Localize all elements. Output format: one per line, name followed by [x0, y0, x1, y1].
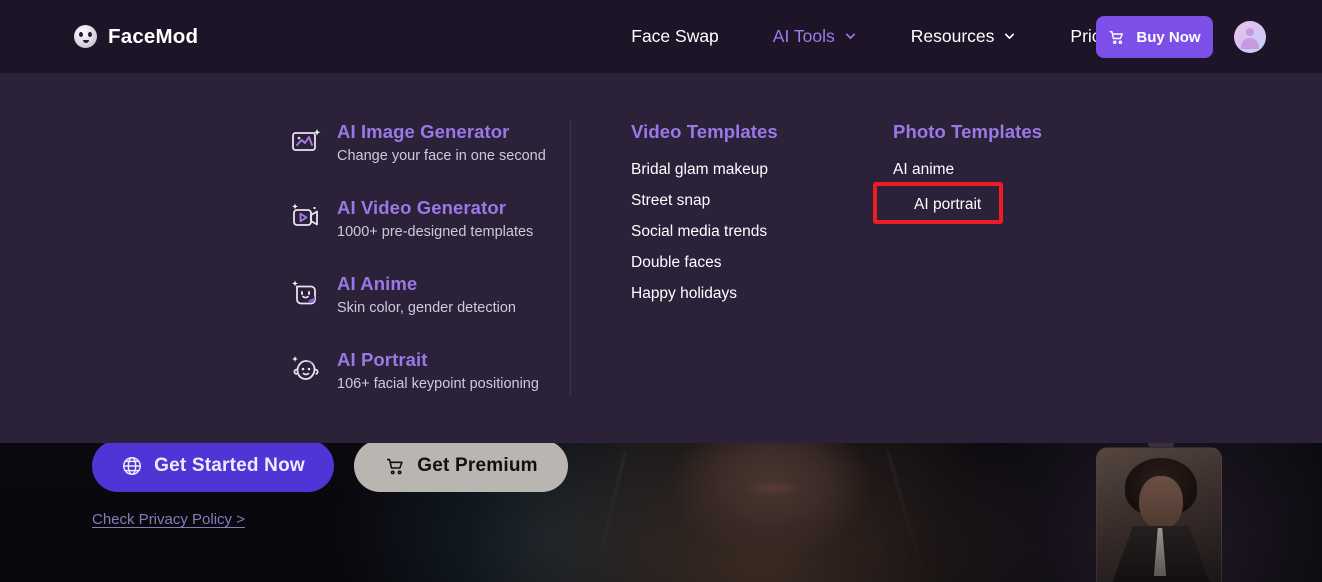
- tool-title: AI Portrait: [337, 349, 428, 370]
- image-sparkle-icon: [292, 129, 321, 151]
- tool-title: AI Anime: [337, 273, 418, 294]
- buy-now-label: Buy Now: [1136, 28, 1201, 46]
- photo-templates-column: Photo Templates AI anime AI portrait: [893, 121, 1042, 229]
- nav-item-face-swap[interactable]: Face Swap: [631, 18, 719, 55]
- video-template-link-social-media-trends[interactable]: Social media trends: [631, 221, 778, 242]
- face-circle-icon: [74, 25, 97, 48]
- tool-description: Change your face in one second: [337, 148, 546, 164]
- user-avatar-icon[interactable]: [1234, 21, 1266, 53]
- buy-now-button[interactable]: Buy Now: [1096, 16, 1213, 58]
- get-premium-button[interactable]: Get Premium: [354, 440, 568, 492]
- column-divider: [570, 120, 571, 395]
- tool-title: AI Image Generator: [337, 121, 510, 142]
- chevron-down-icon: [1005, 33, 1015, 39]
- get-started-now-button[interactable]: Get Started Now: [92, 440, 334, 492]
- nav-label: Face Swap: [631, 26, 719, 46]
- portrait-preview-card[interactable]: [1096, 447, 1222, 582]
- video-template-link-happy-holidays[interactable]: Happy holidays: [631, 283, 778, 304]
- globe-icon: [123, 457, 142, 475]
- hero-light-streak: [595, 451, 627, 569]
- video-templates-heading: Video Templates: [631, 121, 778, 142]
- chevron-down-icon: [845, 33, 855, 39]
- nav-label: AI Tools: [772, 26, 835, 46]
- nav-item-ai-tools[interactable]: AI Tools: [773, 18, 857, 55]
- photo-template-link-ai-portrait[interactable]: AI portrait: [893, 194, 1042, 215]
- site-header: FaceMod Face Swap AI Tools Resources Pri…: [0, 0, 1322, 73]
- nav-item-resources[interactable]: Resources: [911, 18, 1017, 55]
- tool-description: Skin color, gender detection: [337, 300, 516, 316]
- video-template-link-bridal-glam-makeup[interactable]: Bridal glam makeup: [631, 159, 778, 180]
- get-premium-label: Get Premium: [417, 455, 538, 476]
- get-started-now-label: Get Started Now: [154, 455, 305, 476]
- ai-tools-dropdown-panel: AI Image Generator Change your face in o…: [0, 73, 1322, 443]
- tool-description: 1000+ pre-designed templates: [337, 224, 534, 240]
- tool-item-ai-portrait[interactable]: AI Portrait 106+ facial keypoint positio…: [290, 349, 550, 394]
- tool-item-ai-image-generator[interactable]: AI Image Generator Change your face in o…: [290, 121, 550, 166]
- tool-item-ai-video-generator[interactable]: AI Video Generator 1000+ pre-designed te…: [290, 197, 550, 242]
- main-navigation: Face Swap AI Tools Resources Pricing: [631, 18, 1124, 55]
- hero-face-lips: [735, 480, 813, 496]
- hero-face-image: [640, 430, 900, 582]
- photo-template-link-ai-anime[interactable]: AI anime: [893, 159, 1042, 180]
- video-template-link-street-snap[interactable]: Street snap: [631, 190, 778, 211]
- tool-title: AI Video Generator: [337, 197, 507, 218]
- portrait-face-icon: [292, 356, 319, 380]
- logo[interactable]: FaceMod: [74, 25, 198, 49]
- photo-templates-heading: Photo Templates: [893, 121, 1043, 142]
- nav-label: Resources: [910, 26, 995, 46]
- shopping-cart-icon: [387, 458, 403, 475]
- video-template-link-double-faces[interactable]: Double faces: [631, 252, 778, 273]
- check-privacy-policy-link[interactable]: Check Privacy Policy >: [92, 511, 245, 528]
- tool-item-ai-anime[interactable]: AI Anime Skin color, gender detection: [290, 273, 550, 318]
- anime-face-icon: [292, 280, 316, 305]
- cta-button-row: Get Started Now Get Premium: [92, 440, 568, 492]
- app-root: Get Started Now Get Premium Check Privac…: [0, 0, 1322, 582]
- logo-text: FaceMod: [108, 24, 199, 48]
- tool-description: 106+ facial keypoint positioning: [337, 376, 539, 392]
- shopping-cart-icon: [1109, 31, 1124, 45]
- portrait-face: [1139, 476, 1183, 530]
- video-templates-column: Video Templates Bridal glam makeup Stree…: [631, 121, 778, 314]
- video-sparkle-icon: [292, 203, 318, 226]
- ai-tools-list: AI Image Generator Change your face in o…: [290, 121, 550, 425]
